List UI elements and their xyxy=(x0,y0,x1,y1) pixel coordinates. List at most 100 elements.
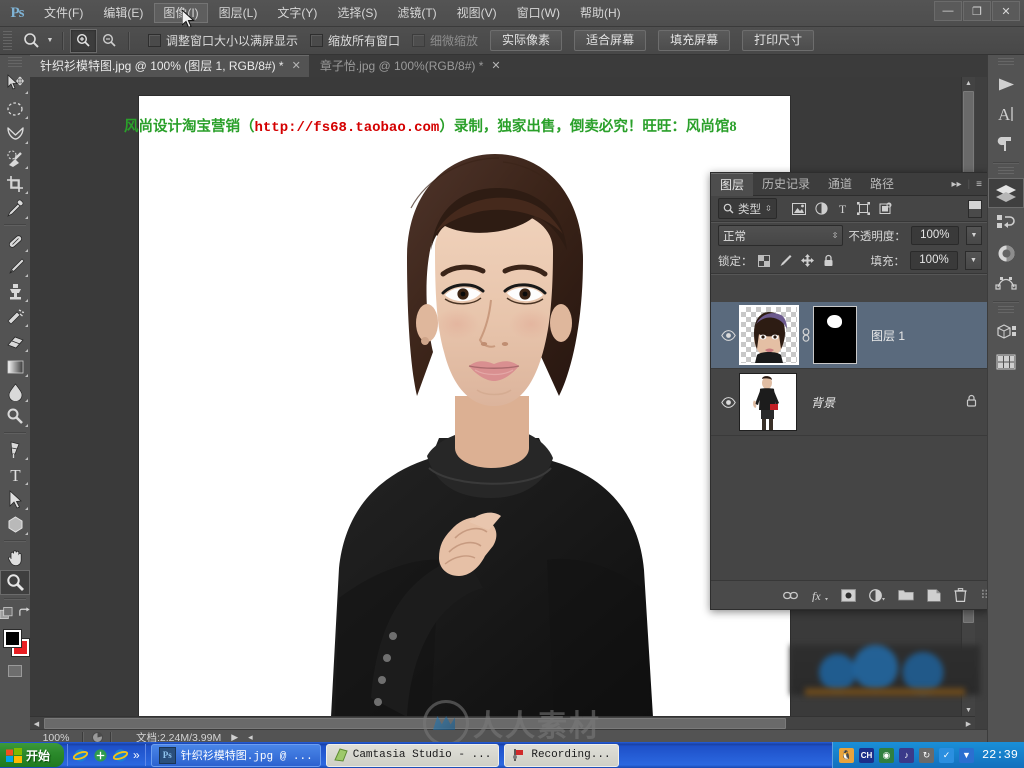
tool-blur-tool[interactable] xyxy=(0,379,30,404)
network-icon[interactable]: ◉ xyxy=(878,747,894,763)
checkbox-box-0[interactable] xyxy=(148,34,161,47)
fill-dropdown-arrow-icon[interactable]: ▼ xyxy=(965,251,982,270)
swap-colors-icon[interactable] xyxy=(18,607,30,619)
menu-item-0[interactable]: 文件(F) xyxy=(35,3,92,23)
lock-image-pixels-icon[interactable] xyxy=(779,254,792,267)
tool-gradient-tool[interactable] xyxy=(0,354,30,379)
menu-item-5[interactable]: 选择(S) xyxy=(328,3,386,23)
right-dock-grip-2[interactable] xyxy=(998,167,1014,175)
collapse-panel-icon[interactable]: ▸▸ xyxy=(952,179,962,190)
smart-object-filter-icon[interactable] xyxy=(879,202,892,215)
dock-histogram-panel[interactable] xyxy=(988,347,1024,377)
layer-thumbnail-1[interactable] xyxy=(739,305,799,365)
layer-filter-spinner-icon[interactable]: ⇳ xyxy=(765,204,772,213)
standard-mode-icon[interactable] xyxy=(8,665,22,677)
opacity-value[interactable]: 100% xyxy=(910,226,959,245)
dock-color-panel[interactable] xyxy=(988,238,1024,268)
restore-button[interactable]: ❐ xyxy=(963,1,991,21)
menu-item-1[interactable]: 编辑(E) xyxy=(94,3,152,23)
layer-thumbnail-2[interactable] xyxy=(739,373,797,431)
delete-layer-button[interactable] xyxy=(954,588,967,602)
minimize-button[interactable]: — xyxy=(934,1,962,21)
menu-item-9[interactable]: 帮助(H) xyxy=(571,3,630,23)
tool-path-selection-tool[interactable] xyxy=(0,487,30,512)
layer-style-button[interactable]: fx xyxy=(811,589,829,602)
horizontal-scroll-thumb[interactable] xyxy=(44,718,786,729)
checkbox-box-1[interactable] xyxy=(310,34,324,47)
menu-item-6[interactable]: 滤镜(T) xyxy=(388,3,445,23)
tool-eyedropper-tool[interactable] xyxy=(0,196,30,221)
tool-lasso-tool[interactable] xyxy=(0,121,30,146)
checkbox-box-2[interactable] xyxy=(412,34,426,47)
tool-hand-tool[interactable] xyxy=(0,545,30,570)
tool-zoom-tool[interactable] xyxy=(0,570,30,595)
new-layer-button[interactable] xyxy=(927,588,941,602)
dock-layers-panel[interactable] xyxy=(988,178,1024,208)
option-checkbox-2[interactable]: 细微缩放 xyxy=(412,32,478,49)
tool-dodge-tool[interactable] xyxy=(0,404,30,429)
document-tab-close-1[interactable]: ✕ xyxy=(491,56,500,77)
layers-panel-tab-2[interactable]: 通道 xyxy=(819,173,861,195)
tool-history-brush-tool[interactable] xyxy=(0,304,30,329)
dock-character-panel[interactable]: A xyxy=(988,99,1024,129)
dock-adjustments-panel[interactable] xyxy=(988,208,1024,238)
tool-shape-tool[interactable] xyxy=(0,512,30,537)
dock-paths-panel[interactable] xyxy=(988,268,1024,298)
filter-enable-toggle[interactable] xyxy=(968,199,982,218)
dock-tool-presets[interactable] xyxy=(988,69,1024,99)
type-layer-filter-icon[interactable]: T xyxy=(837,202,848,215)
tool-elliptical-marquee-tool[interactable] xyxy=(0,96,30,121)
menu-item-3[interactable]: 图层(L) xyxy=(210,3,267,23)
option-button-0[interactable]: 实际像素 xyxy=(490,30,563,51)
update-icon[interactable]: ↻ xyxy=(918,747,934,763)
edit-in-quick-mask-icon[interactable] xyxy=(0,606,14,620)
tool-move-tool[interactable] xyxy=(0,71,30,96)
add-layer-mask-button[interactable] xyxy=(841,588,857,602)
options-bar-grip[interactable] xyxy=(3,30,12,51)
dock-3d-panel[interactable] xyxy=(988,317,1024,347)
opacity-dropdown-arrow-icon[interactable]: ▼ xyxy=(965,226,982,245)
layer-name-1[interactable]: 图层 1 xyxy=(871,327,905,344)
layer-row-1[interactable]: 图层 1 xyxy=(711,302,989,369)
layer-visibility-toggle-1[interactable] xyxy=(717,329,739,341)
tool-eraser-tool[interactable] xyxy=(0,329,30,354)
tool-preset-caret-icon[interactable]: ▼ xyxy=(44,30,56,52)
layer-list[interactable]: 图层 1 背景 xyxy=(711,302,989,577)
option-button-1[interactable]: 适合屏幕 xyxy=(574,30,647,51)
tool-crop-tool[interactable] xyxy=(0,171,30,196)
taskbar-task-photoshop[interactable]: Ps 针织衫模特图.jpg @ ... xyxy=(150,743,321,767)
layer-row-2[interactable]: 背景 xyxy=(711,369,989,436)
taskbar-clock[interactable]: 22:39 xyxy=(982,748,1018,762)
layers-panel-tab-3[interactable]: 路径 xyxy=(861,173,903,195)
tool-healing-brush-tool[interactable] xyxy=(0,229,30,254)
option-button-2[interactable]: 填充屏幕 xyxy=(658,30,731,51)
foreground-color-swatch[interactable] xyxy=(3,629,22,648)
document-tab-0[interactable]: 针织衫模特图.jpg @ 100% (图层 1, RGB/8#) * ✕ xyxy=(30,55,309,77)
taskbar-task-camtasia[interactable]: Camtasia Studio - ... xyxy=(325,743,500,767)
fill-value[interactable]: 100% xyxy=(910,251,958,270)
right-dock-grip[interactable] xyxy=(998,58,1014,66)
zoom-out-toggle[interactable] xyxy=(97,30,122,52)
quick-launch-overflow-icon[interactable]: » xyxy=(133,748,140,762)
tool-clone-stamp-tool[interactable] xyxy=(0,279,30,304)
lock-position-icon[interactable] xyxy=(800,254,814,267)
shield-icon[interactable]: ✓ xyxy=(938,747,954,763)
blend-mode-select[interactable]: 正常 ⇳ xyxy=(718,225,844,246)
option-button-3[interactable]: 打印尺寸 xyxy=(742,30,815,51)
layer-name-2[interactable]: 背景 xyxy=(811,394,835,411)
tool-type-tool[interactable]: T xyxy=(0,462,30,487)
tool-pen-tool[interactable] xyxy=(0,437,30,462)
sound-icon[interactable]: ♪ xyxy=(898,747,914,763)
start-button[interactable]: 开始 xyxy=(0,743,65,767)
artboard[interactable]: 风尚设计淘宝营销（http://fs68.taobao.com）录制，独家出售，… xyxy=(124,96,790,717)
browser-icon[interactable] xyxy=(93,748,108,763)
antivirus-icon[interactable]: ▼ xyxy=(958,747,974,763)
adjustment-layer-filter-icon[interactable] xyxy=(815,202,828,215)
tool-quick-selection-tool[interactable] xyxy=(0,146,30,171)
scroll-up-arrow-icon[interactable]: ▲ xyxy=(962,77,975,90)
active-tool-icon[interactable] xyxy=(18,30,44,52)
menu-item-2[interactable]: 图像(I) xyxy=(154,3,208,23)
lock-transparent-pixels-icon[interactable] xyxy=(757,254,770,267)
shape-layer-filter-icon[interactable] xyxy=(856,202,870,215)
canvas-horizontal-scrollbar[interactable]: ◀ ▶ xyxy=(30,716,975,730)
